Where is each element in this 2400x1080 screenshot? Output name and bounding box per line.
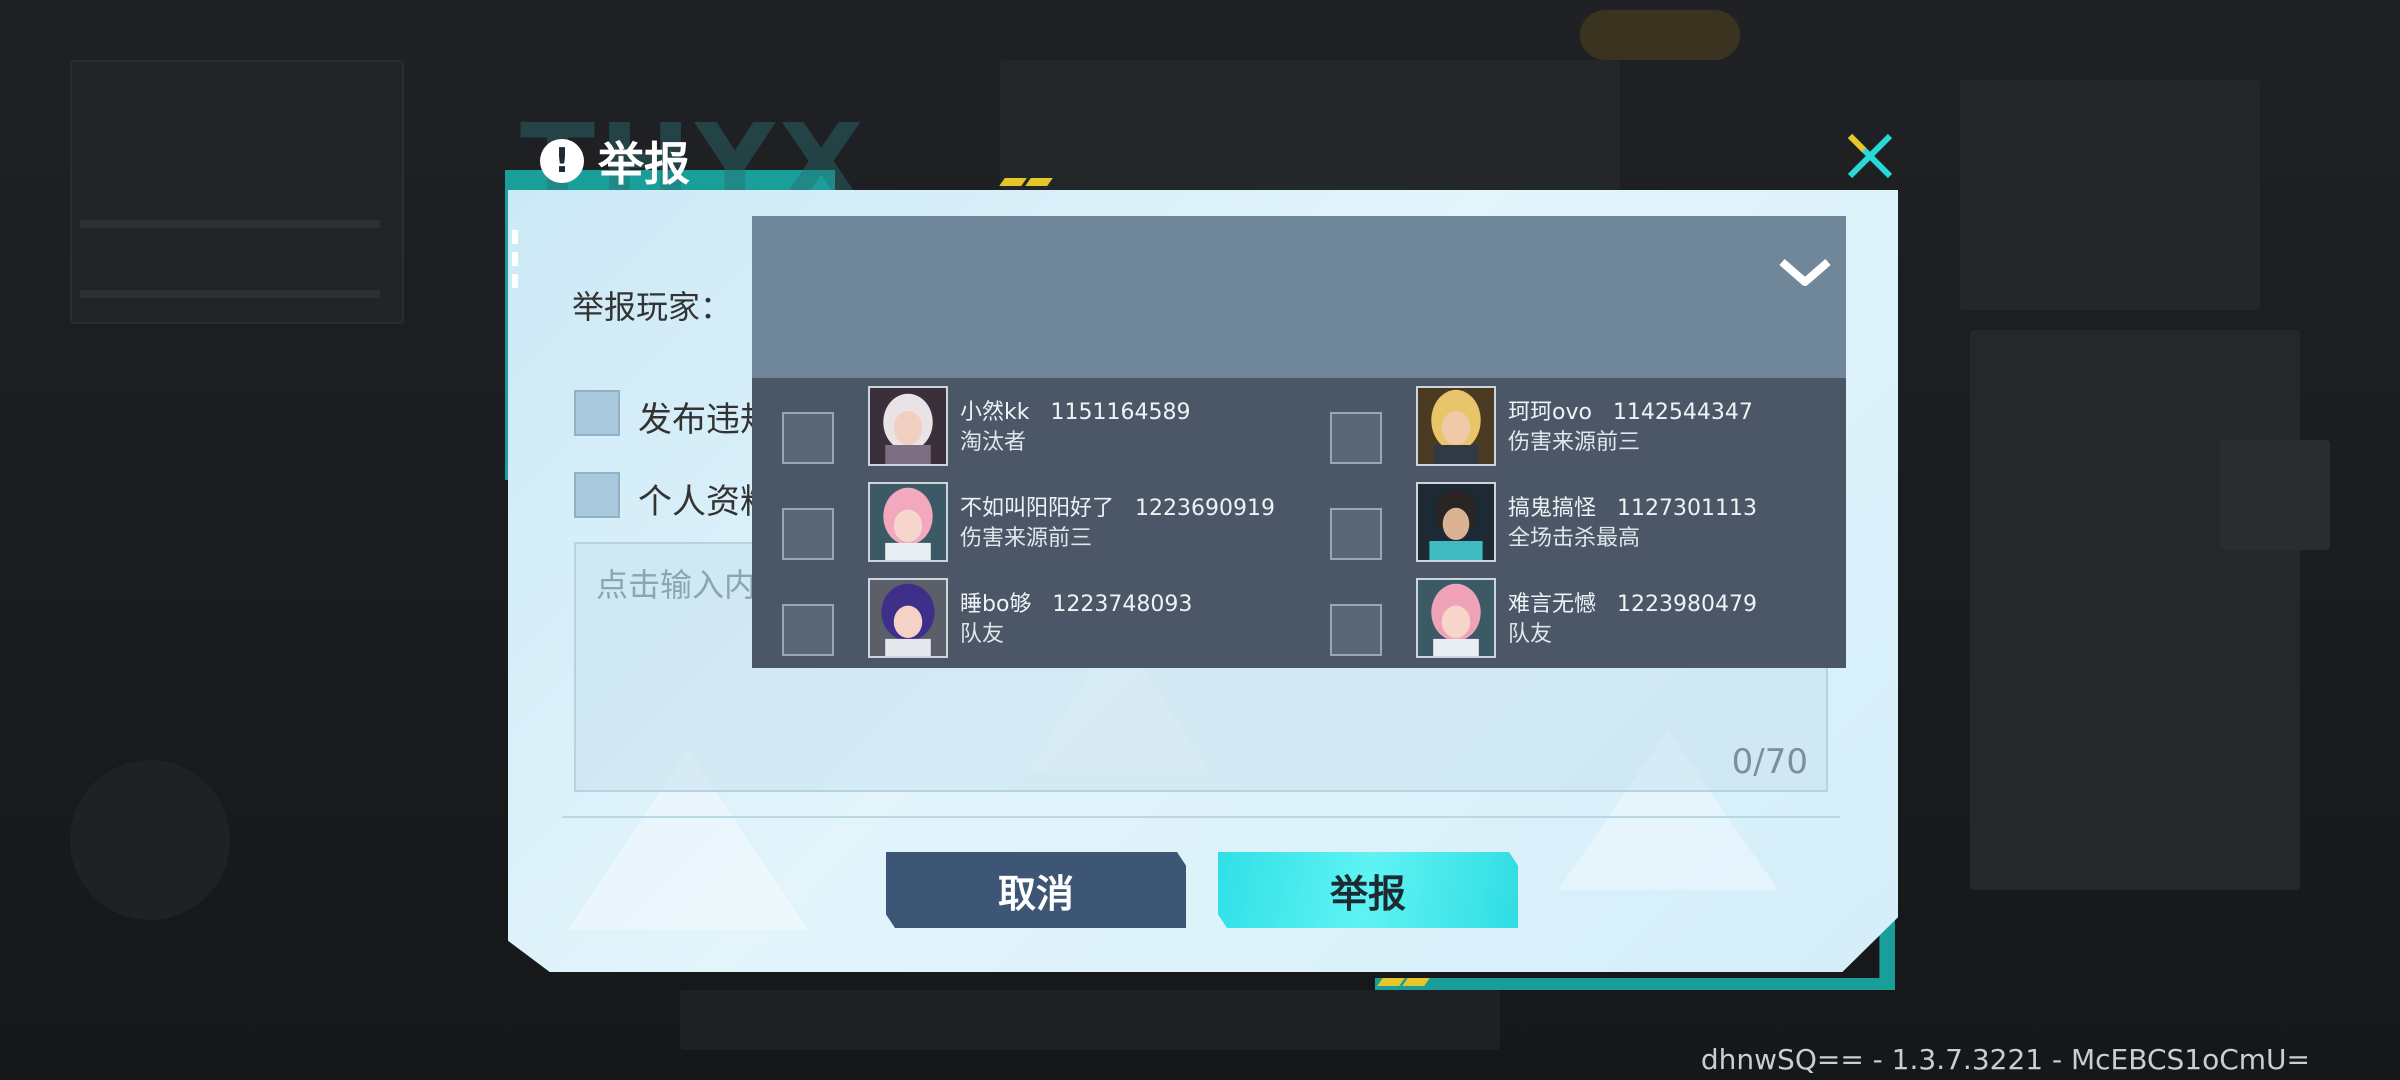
player-id: 1151164589 [1050, 400, 1191, 425]
avatar [868, 386, 948, 466]
report-button[interactable]: 举报 [1218, 852, 1518, 928]
background-circle [70, 760, 230, 920]
player-tag: 淘汰者 [960, 430, 1027, 455]
player-checkbox[interactable] [782, 604, 834, 656]
close-icon [1847, 133, 1893, 179]
character-counter: 0/70 [1731, 742, 1808, 782]
cancel-button[interactable]: 取消 [886, 852, 1186, 928]
player-tag: 伤害来源前三 [1508, 430, 1641, 455]
background-stripe [80, 290, 380, 298]
avatar [868, 482, 948, 562]
player-checkbox[interactable] [782, 508, 834, 560]
player-option[interactable]: 珂珂ovo 1142544347 伤害来源前三 [1300, 386, 1820, 470]
player-id: 1142544347 [1612, 400, 1753, 425]
player-name: 小然kk [960, 400, 1030, 425]
player-option[interactable]: 不如叫阳阳好了 1223690919 伤害来源前三 [752, 482, 1275, 566]
player-name: 珂珂ovo [1508, 400, 1592, 425]
dialog-title-text: 举报 [598, 137, 690, 191]
player-checkbox[interactable] [1330, 412, 1382, 464]
player-tag: 全场击杀最高 [1508, 526, 1641, 551]
report-player-label: 举报玩家： [572, 288, 733, 326]
player-id: 1223980479 [1617, 592, 1757, 617]
player-id: 1127301113 [1617, 496, 1757, 521]
background-panel [70, 60, 404, 324]
avatar [868, 578, 948, 658]
player-checkbox[interactable] [1330, 508, 1382, 560]
divider [562, 816, 1840, 818]
player-name: 不如叫阳阳好了 [960, 496, 1115, 521]
player-option[interactable]: 睡bo够 1223748093 队友 [752, 578, 1272, 662]
category-checkbox-content[interactable] [574, 390, 620, 436]
avatar [1416, 482, 1496, 562]
player-id: 1223690919 [1135, 496, 1275, 521]
avatar [1416, 386, 1496, 466]
background-stripe [80, 220, 380, 228]
player-tag: 队友 [1508, 622, 1553, 647]
player-checkbox[interactable] [1330, 604, 1382, 656]
background-panel [1960, 80, 2260, 310]
chevron-down-icon [1779, 258, 1831, 286]
player-tag: 队友 [960, 622, 1005, 647]
player-name: 睡bo够 [960, 592, 1032, 617]
player-dropdown-list: 小然kk 1151164589 淘汰者 珂珂ovo 1142544347 伤害来… [752, 378, 1846, 668]
background-badge [1580, 10, 1740, 60]
player-name: 搞鬼搞怪 [1508, 496, 1597, 521]
category-checkbox-profile[interactable] [574, 472, 620, 518]
player-name: 难言无憾 [1508, 592, 1597, 617]
side-ticks [512, 230, 520, 296]
player-option[interactable]: 小然kk 1151164589 淘汰者 [752, 386, 1272, 470]
background-bar [680, 990, 1500, 1050]
player-option[interactable]: 搞鬼搞怪 1127301113 全场击杀最高 [1300, 482, 1820, 566]
player-dropdown[interactable] [752, 216, 1846, 378]
close-button[interactable] [1842, 128, 1898, 184]
player-tag: 伤害来源前三 [960, 526, 1093, 551]
warning-icon: ! [540, 139, 584, 183]
background-panel [1970, 330, 2300, 890]
dialog-title: ! 举报 [540, 128, 690, 194]
build-info: dhnwSQ== - 1.3.7.3221 - McEBCS1oCmU= [1700, 1043, 2310, 1076]
avatar [1416, 578, 1496, 658]
background-panel [2220, 440, 2330, 550]
player-checkbox[interactable] [782, 412, 834, 464]
player-option[interactable]: 难言无憾 1223980479 队友 [1300, 578, 1820, 662]
player-id: 1223748093 [1052, 592, 1193, 617]
